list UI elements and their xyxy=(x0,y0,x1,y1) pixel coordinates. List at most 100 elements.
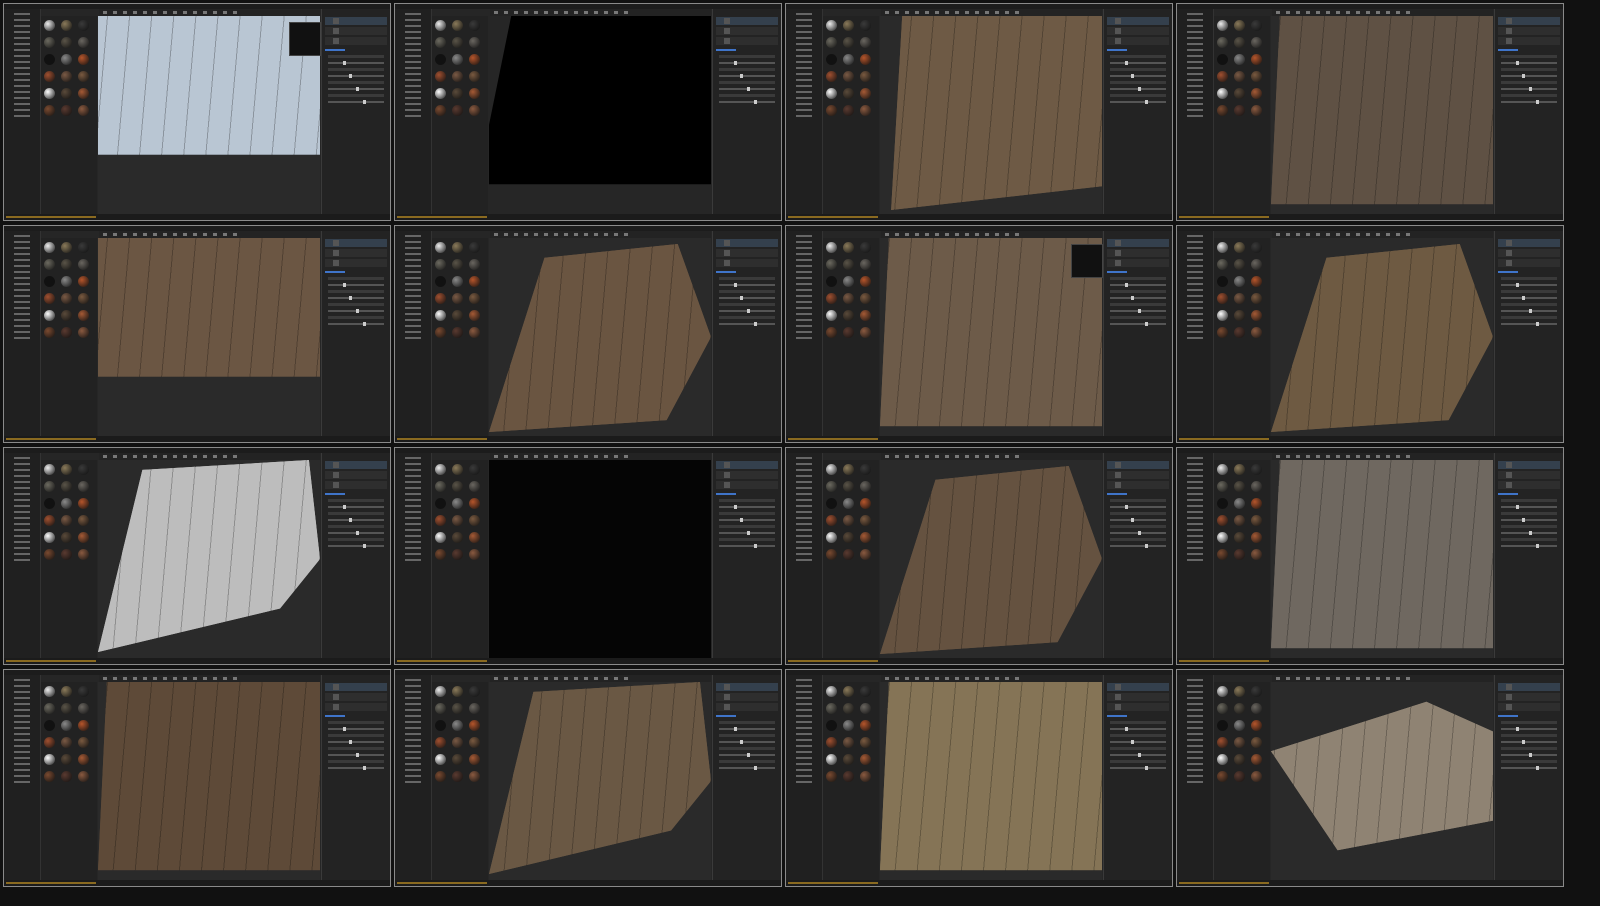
category-item[interactable] xyxy=(796,253,812,255)
category-item[interactable] xyxy=(405,505,421,507)
toolbar-icon[interactable] xyxy=(604,11,608,14)
property-field[interactable] xyxy=(1110,538,1166,541)
material-thumbnail[interactable] xyxy=(78,515,89,526)
property-slider[interactable] xyxy=(328,100,384,104)
category-item[interactable] xyxy=(796,265,812,267)
toolbar-icon[interactable] xyxy=(1346,233,1350,236)
material-thumbnail[interactable] xyxy=(1251,754,1262,765)
layer-row[interactable] xyxy=(716,703,778,711)
material-thumbnail[interactable] xyxy=(61,771,72,782)
toolbar-icon[interactable] xyxy=(223,677,227,680)
material-thumbnail[interactable] xyxy=(435,737,446,748)
category-item[interactable] xyxy=(405,679,421,681)
category-item[interactable] xyxy=(796,115,812,117)
property-slider[interactable] xyxy=(1110,531,1166,535)
property-field[interactable] xyxy=(719,316,775,319)
property-field[interactable] xyxy=(719,81,775,84)
category-item[interactable] xyxy=(14,73,30,75)
property-field[interactable] xyxy=(719,538,775,541)
material-thumbnail[interactable] xyxy=(826,481,837,492)
category-item[interactable] xyxy=(1187,37,1203,39)
category-item[interactable] xyxy=(796,235,812,237)
material-thumbnail[interactable] xyxy=(452,242,463,253)
category-item[interactable] xyxy=(796,325,812,327)
material-thumbnail[interactable] xyxy=(1234,54,1245,65)
toolbar-icon[interactable] xyxy=(524,233,528,236)
toolbar-icon[interactable] xyxy=(143,11,147,14)
material-thumbnail[interactable] xyxy=(860,293,871,304)
category-item[interactable] xyxy=(405,559,421,561)
category-item[interactable] xyxy=(796,79,812,81)
category-item[interactable] xyxy=(796,523,812,525)
material-thumbnail[interactable] xyxy=(826,754,837,765)
property-slider[interactable] xyxy=(328,296,384,300)
toolbar-icon[interactable] xyxy=(564,455,568,458)
toolbar-icon[interactable] xyxy=(103,11,107,14)
toolbar-icon[interactable] xyxy=(163,11,167,14)
property-field[interactable] xyxy=(1501,747,1557,750)
3d-viewport[interactable] xyxy=(489,16,711,214)
material-thumbnail[interactable] xyxy=(435,276,446,287)
category-item[interactable] xyxy=(405,109,421,111)
category-item[interactable] xyxy=(14,247,30,249)
toolbar-icon[interactable] xyxy=(1356,677,1360,680)
category-item[interactable] xyxy=(1187,487,1203,489)
toolbar-icon[interactable] xyxy=(975,455,979,458)
category-item[interactable] xyxy=(796,271,812,273)
toolbar-icon[interactable] xyxy=(103,455,107,458)
toolbar-icon[interactable] xyxy=(173,455,177,458)
3d-viewport[interactable] xyxy=(1271,16,1493,214)
material-thumbnail[interactable] xyxy=(61,532,72,543)
category-item[interactable] xyxy=(796,547,812,549)
property-slider[interactable] xyxy=(328,505,384,509)
category-item[interactable] xyxy=(796,43,812,45)
material-thumbnail[interactable] xyxy=(435,481,446,492)
category-item[interactable] xyxy=(1187,319,1203,321)
toolbar-icon[interactable] xyxy=(143,233,147,236)
material-thumbnail[interactable] xyxy=(61,20,72,31)
category-item[interactable] xyxy=(1187,43,1203,45)
category-item[interactable] xyxy=(405,457,421,459)
material-thumbnail[interactable] xyxy=(435,88,446,99)
material-thumbnail[interactable] xyxy=(843,720,854,731)
category-item[interactable] xyxy=(796,679,812,681)
toolbar-icon[interactable] xyxy=(223,455,227,458)
property-field[interactable] xyxy=(1501,316,1557,319)
category-item[interactable] xyxy=(1187,61,1203,63)
property-slider[interactable] xyxy=(1110,74,1166,78)
property-field[interactable] xyxy=(719,277,775,280)
category-item[interactable] xyxy=(405,235,421,237)
material-thumbnail[interactable] xyxy=(1217,259,1228,270)
category-item[interactable] xyxy=(1187,79,1203,81)
category-item[interactable] xyxy=(1187,265,1203,267)
toolbar-icon[interactable] xyxy=(935,455,939,458)
property-field[interactable] xyxy=(1501,290,1557,293)
material-thumbnail[interactable] xyxy=(826,54,837,65)
property-field[interactable] xyxy=(328,721,384,724)
category-item[interactable] xyxy=(405,307,421,309)
layer-row[interactable] xyxy=(1107,239,1169,247)
material-thumbnail[interactable] xyxy=(860,754,871,765)
material-thumbnail[interactable] xyxy=(435,549,446,560)
category-item[interactable] xyxy=(405,769,421,771)
layer-row[interactable] xyxy=(1107,249,1169,257)
category-item[interactable] xyxy=(14,79,30,81)
toolbar-icon[interactable] xyxy=(504,677,508,680)
property-slider[interactable] xyxy=(719,322,775,326)
toolbar-icon[interactable] xyxy=(604,233,608,236)
property-field[interactable] xyxy=(1501,538,1557,541)
toolbar-icon[interactable] xyxy=(1005,233,1009,236)
material-thumbnail[interactable] xyxy=(1251,771,1262,782)
category-item[interactable] xyxy=(1187,775,1203,777)
toolbar-icon[interactable] xyxy=(1306,233,1310,236)
material-thumbnail[interactable] xyxy=(826,737,837,748)
property-slider[interactable] xyxy=(1110,296,1166,300)
3d-viewport[interactable] xyxy=(880,460,1102,658)
category-item[interactable] xyxy=(796,241,812,243)
property-slider[interactable] xyxy=(1501,309,1557,313)
category-item[interactable] xyxy=(796,733,812,735)
material-thumbnail[interactable] xyxy=(1234,737,1245,748)
toolbar-icon[interactable] xyxy=(1015,677,1019,680)
layer-row[interactable] xyxy=(1107,693,1169,701)
material-thumbnail[interactable] xyxy=(826,37,837,48)
